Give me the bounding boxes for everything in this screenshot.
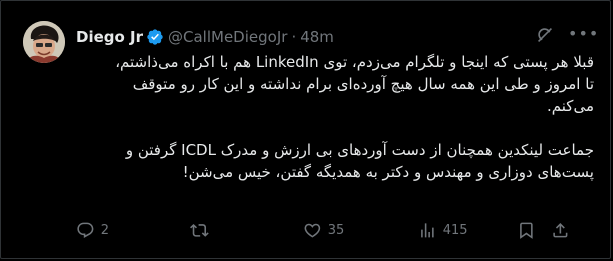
separator-dot: · bbox=[291, 28, 297, 46]
avatar[interactable] bbox=[23, 21, 65, 63]
views-count: 415 bbox=[442, 222, 468, 238]
like-count: 35 bbox=[327, 222, 345, 238]
retweet-icon bbox=[190, 224, 209, 237]
tweet-line: تا امروز و طی این همه سال هیچ آورده‌ای ب… bbox=[132, 75, 594, 93]
bookmark-icon bbox=[520, 222, 533, 239]
share-button[interactable] bbox=[551, 221, 570, 240]
bookmark-button[interactable] bbox=[517, 221, 536, 240]
tweet-line: پست‌های دوزاری و مهندس و دکتر به همدیگه … bbox=[182, 163, 594, 181]
author-handle[interactable]: @CallMeDiegoJr bbox=[168, 28, 287, 46]
verified-badge-icon bbox=[147, 29, 163, 45]
timestamp[interactable]: 48m bbox=[300, 28, 334, 46]
more-icon[interactable]: ••• bbox=[568, 25, 598, 47]
like-icon bbox=[304, 223, 321, 238]
tweet-text: قبلا هر پستی که اینجا و تلگرام می‌زدم، ت… bbox=[76, 51, 594, 183]
tweet-line: قبلا هر پستی که اینجا و تلگرام می‌زدم، ت… bbox=[115, 53, 594, 71]
retweet-button[interactable] bbox=[190, 221, 215, 240]
reply-button[interactable]: 2 bbox=[76, 221, 109, 240]
tweet-card[interactable]: Diego Jr @CallMeDiegoJr · 48m ••• قبلا ه… bbox=[0, 0, 611, 259]
tweet-line: می‌کنم. bbox=[547, 97, 594, 115]
reply-icon bbox=[77, 222, 94, 238]
views-button[interactable]: 415 bbox=[418, 221, 468, 240]
tweet-header: Diego Jr @CallMeDiegoJr · 48m bbox=[76, 26, 334, 48]
tweet-line: جماعت لینکدین همچنان از دست آوردهای بی ا… bbox=[125, 141, 594, 159]
views-icon bbox=[421, 223, 434, 238]
grok-icon[interactable] bbox=[534, 24, 556, 46]
action-bar: 2 35 415 bbox=[76, 221, 596, 243]
avatar-image bbox=[23, 21, 65, 63]
like-button[interactable]: 35 bbox=[303, 221, 344, 240]
author-name[interactable]: Diego Jr bbox=[76, 28, 143, 46]
reply-count: 2 bbox=[100, 222, 110, 238]
share-icon bbox=[553, 223, 568, 238]
